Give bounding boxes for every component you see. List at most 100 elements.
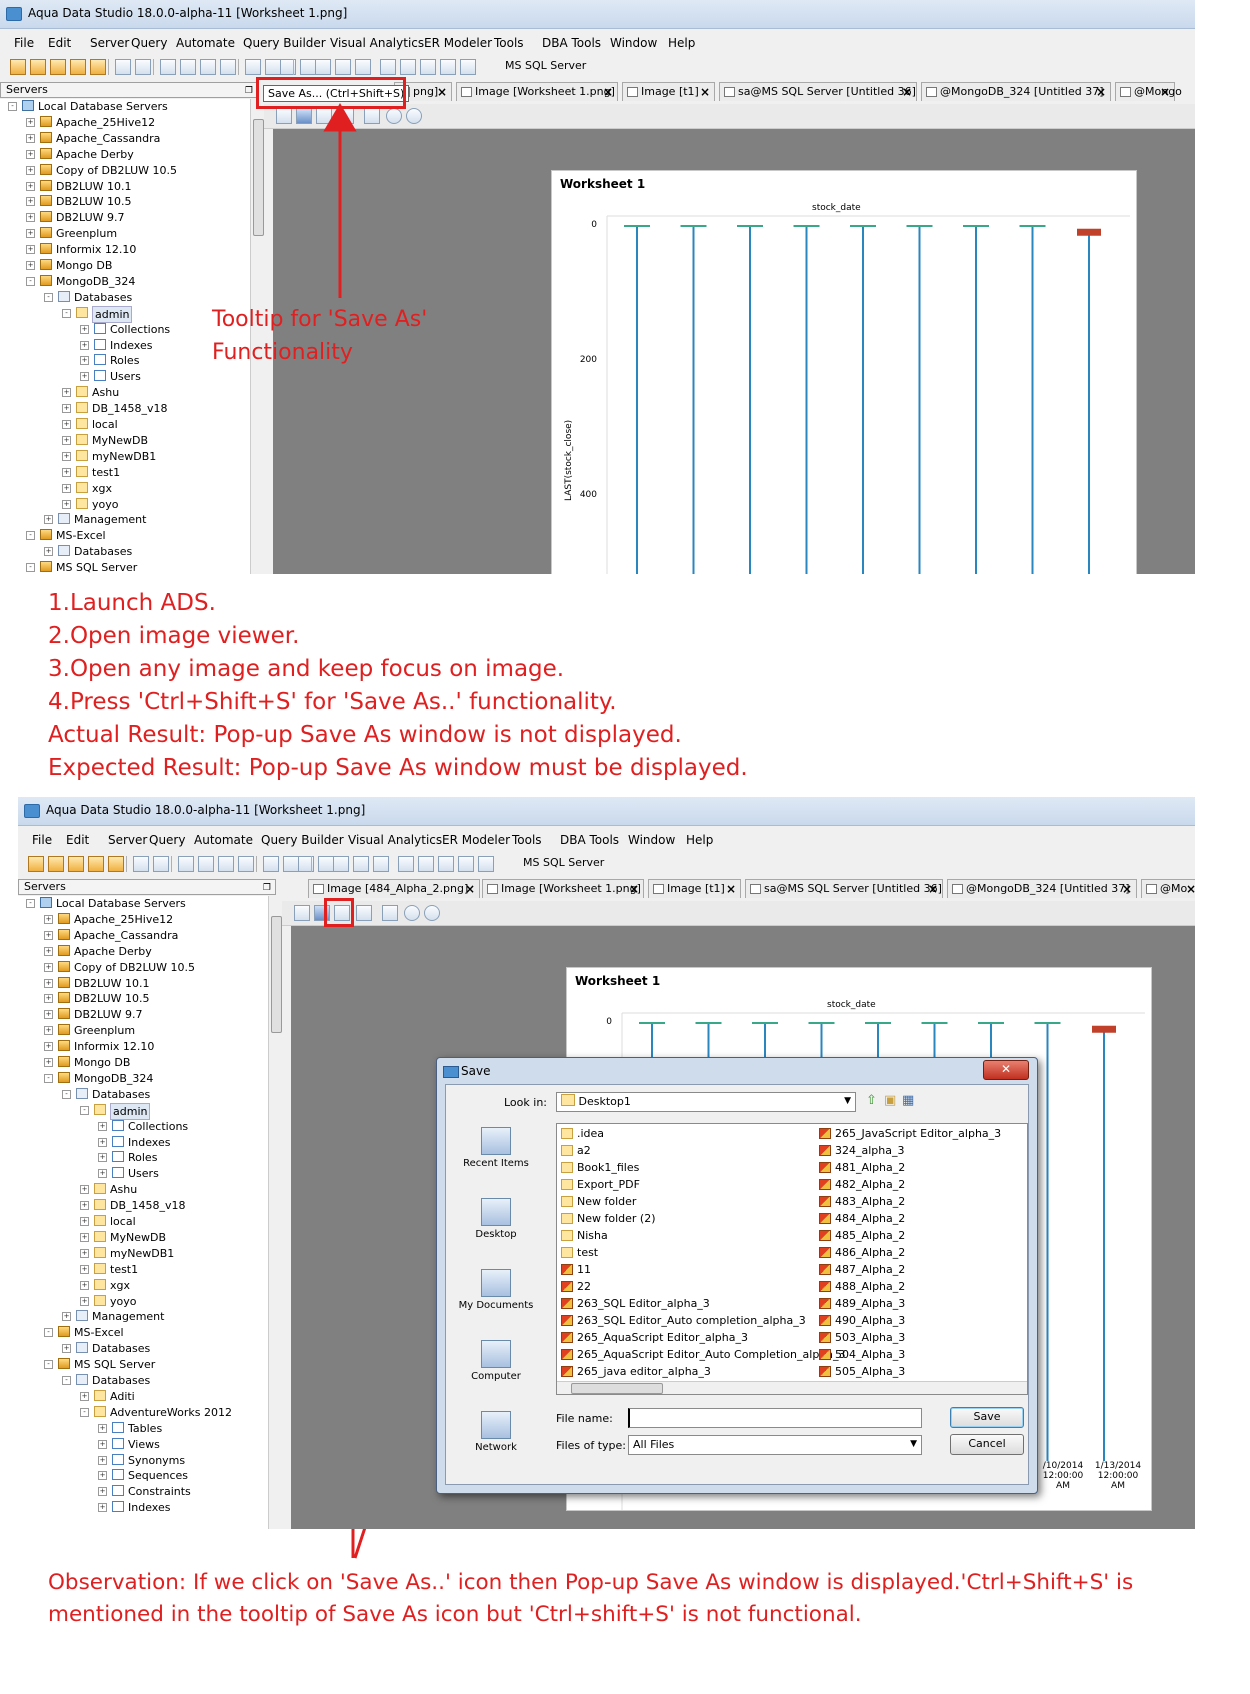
image-toolbar-icon[interactable] [276, 108, 292, 124]
editor-tab[interactable]: Image [t1] × [648, 879, 741, 898]
editor-tab[interactable]: @MongoDB_324 [Untitled 37] × [921, 82, 1111, 101]
expand-toggle-icon[interactable]: - [44, 1360, 53, 1370]
editor-tab[interactable]: Image [Worksheet 1.png] × [456, 82, 618, 101]
toolbar-button-icon[interactable] [153, 856, 169, 872]
close-icon[interactable]: × [928, 880, 938, 898]
close-icon[interactable]: × [1096, 83, 1106, 101]
menu-window[interactable]: Window [610, 36, 657, 50]
save-button[interactable]: Save [950, 1407, 1024, 1428]
expand-toggle-icon[interactable]: - [26, 899, 35, 908]
editor-tab[interactable]: Image [t1] × [622, 82, 715, 101]
toolbar-button-icon[interactable] [135, 59, 151, 75]
expand-toggle-icon[interactable]: + [98, 1455, 107, 1465]
zoom-in-icon[interactable] [404, 905, 420, 921]
toolbar-button-icon[interactable] [318, 856, 334, 872]
expand-toggle-icon[interactable]: + [98, 1121, 107, 1131]
file-name-input[interactable] [628, 1408, 922, 1428]
toolbar-button-icon[interactable] [355, 59, 371, 75]
toolbar-button-icon[interactable] [178, 856, 194, 872]
toolbar-button-icon[interactable] [90, 59, 106, 75]
restore-icon[interactable]: ❐ [263, 881, 271, 895]
menu-er-modeler[interactable]: ER Modeler [424, 36, 492, 50]
expand-toggle-icon[interactable]: - [26, 276, 35, 286]
scroll-thumb[interactable] [253, 119, 264, 236]
expand-toggle-icon[interactable]: - [26, 531, 35, 541]
image-toolbar-icon[interactable] [356, 905, 372, 921]
menu-query-builder[interactable]: Query Builder [261, 833, 344, 847]
expand-toggle-icon[interactable]: + [26, 197, 35, 207]
image-toolbar-icon[interactable] [364, 108, 380, 124]
toolbar-button-icon[interactable] [133, 856, 149, 872]
image-toolbar-icon[interactable] [338, 108, 354, 124]
close-icon[interactable]: × [902, 83, 912, 101]
expand-toggle-icon[interactable]: - [62, 1089, 71, 1099]
toolbar-button-icon[interactable] [68, 856, 84, 872]
menu-automate[interactable]: Automate [194, 833, 253, 847]
expand-toggle-icon[interactable]: + [80, 1201, 89, 1211]
expand-toggle-icon[interactable]: - [62, 308, 71, 318]
expand-toggle-icon[interactable]: + [26, 133, 35, 143]
cancel-button[interactable]: Cancel [950, 1434, 1024, 1455]
image-toolbar-icon[interactable] [316, 108, 332, 124]
expand-toggle-icon[interactable]: - [62, 1376, 71, 1385]
menu-edit[interactable]: Edit [48, 36, 71, 50]
expand-toggle-icon[interactable]: + [80, 340, 89, 350]
menu-visual-analytics[interactable]: Visual Analytics [348, 833, 442, 847]
menu-edit[interactable]: Edit [66, 833, 89, 847]
toolbar-button-icon[interactable] [30, 59, 46, 75]
expand-toggle-icon[interactable]: + [44, 994, 53, 1004]
expand-toggle-icon[interactable]: + [62, 404, 71, 414]
toolbar-button-icon[interactable] [458, 856, 474, 872]
toolbar-button-icon[interactable] [200, 59, 216, 75]
menu-tools[interactable]: Tools [494, 36, 524, 50]
expand-toggle-icon[interactable]: + [26, 213, 35, 223]
expand-toggle-icon[interactable]: + [98, 1439, 107, 1449]
expand-toggle-icon[interactable]: + [62, 420, 71, 429]
expand-toggle-icon[interactable]: + [26, 181, 35, 191]
hscroll-thumb[interactable] [571, 1383, 663, 1394]
editor-tab[interactable]: @MongoDB_324 [Untitled 37] × [947, 879, 1137, 898]
close-icon[interactable]: × [1122, 880, 1132, 898]
expand-toggle-icon[interactable]: + [80, 1296, 89, 1306]
expand-toggle-icon[interactable]: + [44, 962, 53, 972]
close-icon[interactable]: × [437, 83, 447, 101]
toolbar-button-icon[interactable] [238, 856, 254, 872]
toolbar-button-icon[interactable] [115, 59, 131, 75]
place-my-documents[interactable]: My Documents [456, 1269, 536, 1311]
toolbar-button-icon[interactable] [10, 59, 26, 75]
toolbar-button-icon[interactable] [333, 856, 349, 872]
zoom-out-icon[interactable] [424, 905, 440, 921]
expand-toggle-icon[interactable]: + [26, 165, 35, 175]
expand-toggle-icon[interactable]: + [62, 483, 71, 493]
expand-toggle-icon[interactable]: + [98, 1169, 107, 1179]
expand-toggle-icon[interactable]: + [98, 1153, 107, 1163]
expand-toggle-icon[interactable]: + [98, 1137, 107, 1147]
place-computer[interactable]: Computer [456, 1340, 536, 1382]
menu-help[interactable]: Help [686, 833, 713, 847]
menu-file[interactable]: File [14, 36, 34, 50]
expand-toggle-icon[interactable]: + [44, 1010, 53, 1020]
toolbar-button-icon[interactable] [88, 856, 104, 872]
toolbar-button-icon[interactable] [380, 59, 396, 75]
expand-toggle-icon[interactable]: + [98, 1503, 107, 1513]
toolbar-button-icon[interactable] [353, 856, 369, 872]
image-toolbar-icon[interactable] [382, 905, 398, 921]
expand-toggle-icon[interactable]: + [80, 1185, 89, 1195]
toolbar-button-icon[interactable] [245, 59, 261, 75]
toolbar-button-icon[interactable] [398, 856, 414, 872]
zoom-out-icon[interactable] [406, 108, 422, 124]
expand-toggle-icon[interactable]: + [26, 229, 35, 239]
expand-toggle-icon[interactable]: + [44, 914, 53, 924]
menu-help[interactable]: Help [668, 36, 695, 50]
file-list[interactable]: .idea a2 Book1_files Export_PDF New folder Ne… [556, 1123, 1028, 1395]
toolbar-button-icon[interactable] [50, 59, 66, 75]
menu-dba-tools[interactable]: DBA Tools [542, 36, 601, 50]
toolbar-button-icon[interactable] [70, 59, 86, 75]
server-selector[interactable]: MS SQL Server [523, 856, 604, 869]
expand-toggle-icon[interactable]: + [62, 467, 71, 477]
expand-toggle-icon[interactable]: + [44, 946, 53, 956]
toolbar-button-icon[interactable] [108, 856, 124, 872]
expand-toggle-icon[interactable]: + [62, 388, 71, 398]
expand-toggle-icon[interactable]: + [98, 1423, 107, 1433]
place-recent-items[interactable]: Recent Items [456, 1127, 536, 1169]
